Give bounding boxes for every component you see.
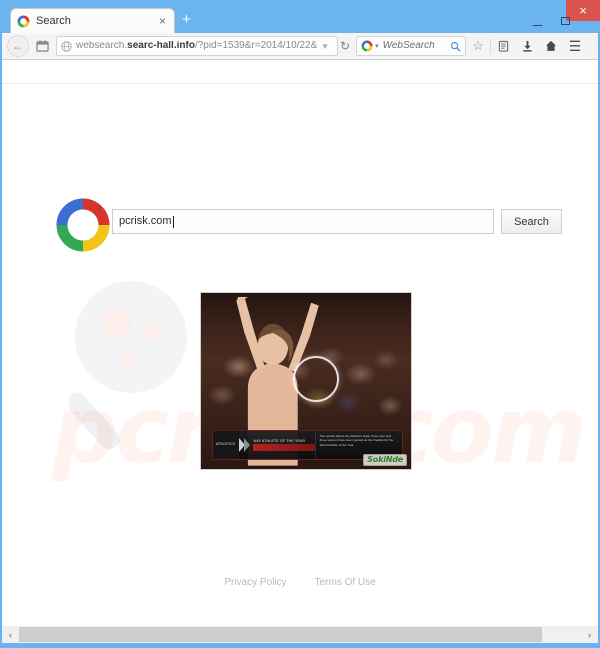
chevron-right-icon (238, 431, 250, 459)
history-button[interactable] (32, 35, 52, 57)
banner-brand-label: ATHLETICS (212, 431, 239, 459)
download-arrow-icon (522, 40, 532, 52)
magnifier-icon[interactable] (450, 41, 461, 52)
back-button[interactable]: ← (7, 35, 29, 57)
downloads-button[interactable] (515, 35, 539, 57)
new-tab-button[interactable]: + (182, 12, 191, 27)
horizontal-scrollbar[interactable]: ‹ › (2, 626, 598, 643)
banner-left: IAAF ATHLETE OF THE YEAR (250, 431, 315, 459)
history-icon (35, 40, 49, 52)
url-domain: searc-hall.info (127, 41, 195, 51)
search-input[interactable]: pcrisk.com (112, 209, 494, 234)
websearch-ring-logo (56, 198, 110, 252)
page-divider (2, 83, 598, 84)
bookmark-star-button[interactable]: ☆ (466, 35, 490, 57)
hamburger-icon: ☰ (568, 37, 582, 54)
terms-of-use-link[interactable]: Terms Of Use (315, 578, 376, 588)
back-arrow-icon: ← (12, 39, 24, 53)
title-bar: × Search × + (0, 0, 600, 33)
banner-accent-bar (252, 444, 315, 452)
menu-button[interactable]: ☰ (563, 35, 587, 57)
star-icon: ☆ (472, 38, 484, 53)
window-bottom-edge (0, 643, 600, 648)
video-watermark: SokiNde (363, 454, 407, 466)
navigation-toolbar: ← websearch.searc-hall.info/?pid=1539&r=… (2, 33, 598, 60)
magnifier-watermark-icon (69, 281, 187, 450)
page-footer: Privacy Policy Terms Of Use (2, 578, 598, 588)
url-path: /?pid=1539&r=2014/10/22&hid=127181 (194, 41, 318, 51)
privacy-policy-link[interactable]: Privacy Policy (224, 578, 286, 588)
reload-button[interactable]: ↻ (340, 39, 350, 53)
tab-search[interactable]: Search × (10, 8, 175, 33)
tab-strip: Search × + (0, 8, 600, 33)
video-thumbnail[interactable]: ATHLETICS IAAF ATHLETE OF THE YEAR Two w… (200, 292, 412, 470)
chevron-down-icon[interactable]: ▾ (375, 42, 379, 50)
scroll-right-arrow[interactable]: › (581, 626, 598, 643)
reader-icon (498, 40, 508, 52)
websearch-ring-icon (361, 40, 373, 52)
toolbar-search-box[interactable]: ▾ WebSearch (356, 36, 467, 56)
scrollbar-track[interactable] (19, 626, 581, 643)
chevron-down-icon[interactable]: ▼ (321, 42, 329, 51)
home-button[interactable] (539, 35, 563, 57)
banner-title: IAAF ATHLETE OF THE YEAR (252, 438, 306, 443)
scroll-left-arrow[interactable]: ‹ (2, 626, 19, 643)
search-input-value: pcrisk.com (119, 215, 172, 227)
text-caret (172, 215, 174, 228)
browser-window: × Search × + ← websearch.searc-hall.info… (0, 0, 600, 648)
page-viewport: pcrisk.com pcrisk.com Search (2, 60, 598, 626)
search-button-label: Search (514, 215, 549, 228)
url-prefix: websearch. (76, 41, 128, 51)
websearch-ring-icon (17, 15, 30, 27)
tab-title: Search (36, 15, 71, 27)
address-bar[interactable]: websearch.searc-hall.info/?pid=1539&r=20… (56, 36, 338, 56)
search-engine-label: WebSearch (382, 41, 435, 51)
search-button[interactable]: Search (501, 209, 562, 234)
globe-icon (61, 40, 72, 52)
tab-close-icon[interactable]: × (157, 15, 168, 27)
reader-view-button[interactable] (491, 35, 515, 57)
scrollbar-thumb[interactable] (19, 627, 542, 642)
url-text: websearch.searc-hall.info/?pid=1539&r=20… (76, 41, 317, 51)
home-icon (545, 40, 557, 51)
